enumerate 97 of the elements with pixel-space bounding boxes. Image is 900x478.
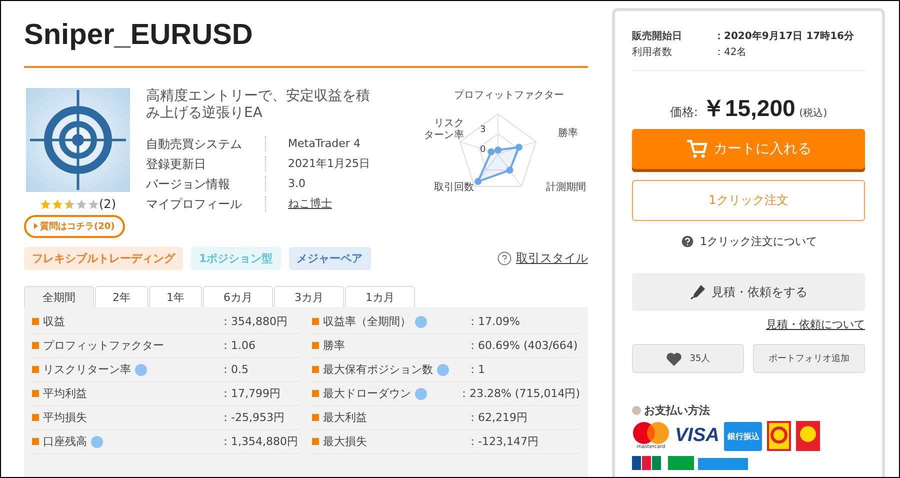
bullet-icon [312,366,319,373]
spec-label: 登録更新日 [146,156,266,172]
period-tab[interactable]: 3カ月 [274,286,344,307]
cart-icon [686,139,708,159]
help-icon [135,364,147,376]
bullet-icon [32,438,39,445]
stat-label: 最大保有ポジション数 [323,362,433,377]
review-count: (2) [99,197,116,211]
visa-logo: VISA [675,425,720,447]
period-tab[interactable]: 1カ月 [345,286,415,307]
period-tab[interactable]: 1年 [149,286,202,307]
tax-note: (税込) [799,106,828,120]
stat-value: ：1.06 [220,338,256,353]
one-click-help-link[interactable]: 1クリック注文について [632,234,865,249]
price-label: 価格: [670,104,698,121]
axis-label: ターン率 [424,130,464,142]
estimate-info-link[interactable]: 見積・依頼について [766,317,865,332]
bank-transfer-logo: 銀行振込 [724,422,762,450]
spec-label: マイプロフィール [146,196,266,212]
period-tab[interactable]: 全期間 [24,286,94,307]
stat-label: 勝率 [323,338,345,353]
bullet-icon [32,414,39,421]
pen-icon [690,284,706,300]
heart-icon [666,352,682,366]
star-icon [40,198,51,210]
product-title: Sniper_EURUSD [24,19,588,68]
period-tab[interactable]: 6カ月 [203,286,273,307]
stat-value: ：354,880円 [220,314,288,329]
stat-value: ：17.09% [467,314,521,329]
stat-value: ：1,354,880円 [220,434,299,449]
favorite-button[interactable]: 35人 [632,344,744,373]
help-icon [415,388,427,400]
star-icon [76,198,87,210]
triangle-icon [34,223,38,229]
axis-label: プロフィットファクター [454,90,564,102]
tick-label: 0 [480,144,486,156]
bullet-icon [632,406,641,415]
info-value: ：42名 [714,46,747,60]
stat-label: プロフィットファクター [43,338,164,353]
trade-style-link[interactable]: 取引スタイル [497,250,588,267]
stat-label: 収益 [43,314,65,329]
period-tab[interactable]: 2年 [95,286,148,307]
stat-label: 平均損失 [43,410,87,425]
stat-label: 最大損失 [323,434,367,449]
help-icon [415,316,427,328]
help-icon [680,234,695,249]
info-label: 利用者数 [632,46,673,60]
bullet-icon [32,342,39,349]
add-portfolio-button[interactable]: ポートフォリオ追加 [753,344,865,373]
bullet-icon [312,390,319,397]
stat-value: ：62,219円 [467,410,528,425]
stat-label: 収益率（全期間） [323,314,411,329]
star-icon [88,198,99,210]
spec-value: 2021年1月25日 [287,156,371,172]
spec-value: 3.0 [287,176,306,192]
payment-heading: お支払い方法 [644,403,710,418]
bullet-icon [312,318,319,325]
axis-label: リスク [434,118,464,130]
stat-value: ：0.5 [220,362,250,377]
stat-label: 平均利益 [43,386,87,401]
store-logo [767,421,792,451]
store-logo [796,421,820,451]
product-description: 高精度エントリーで、安定収益を積み上げる逆張りEA [146,88,371,122]
bullet-icon [32,390,39,397]
star-icon [64,198,75,210]
stat-label: 最大ドローダウン [323,386,411,401]
bullet-icon [32,318,39,325]
axis-label: 勝率 [558,128,578,140]
bullet-icon [312,414,319,421]
card-logo [632,456,662,470]
star-icon [52,198,63,210]
price-amount: ￥15,200 [702,94,796,123]
help-icon [497,251,512,266]
stat-label: リスクリターン率 [43,362,131,377]
help-icon [437,364,449,376]
stat-value: ：17,799円 [220,386,282,401]
stat-value: ：23.28% (715,014円) [458,386,580,401]
info-value: ：2020年9月17日 17時16分 [714,30,854,44]
profile-link[interactable]: ねこ博士 [288,196,332,212]
stat-label: 最大利益 [323,410,367,425]
bullet-icon [312,342,319,349]
stat-value: ：1 [467,362,486,377]
axis-label: 取引回数 [434,182,474,194]
estimate-button[interactable]: 見積・依頼をする [632,273,865,311]
bullet-icon [312,438,319,445]
spec-value: MetaTrader 4 [287,136,362,152]
spec-label: 自動売買システム [146,136,266,152]
bullet-icon [32,366,39,373]
info-label: 販売開始日 [632,30,683,44]
axis-label: 計測期間 [546,182,586,194]
stat-value: ：-25,953円 [220,410,286,425]
stat-value: ：-123,147円 [467,434,540,449]
spec-label: バージョン情報 [146,176,266,192]
stat-value: ：60.69% (403/664) [467,338,579,353]
help-icon [91,436,103,448]
tick-label: 3 [480,124,486,136]
stat-label: 口座残高 [43,434,87,449]
